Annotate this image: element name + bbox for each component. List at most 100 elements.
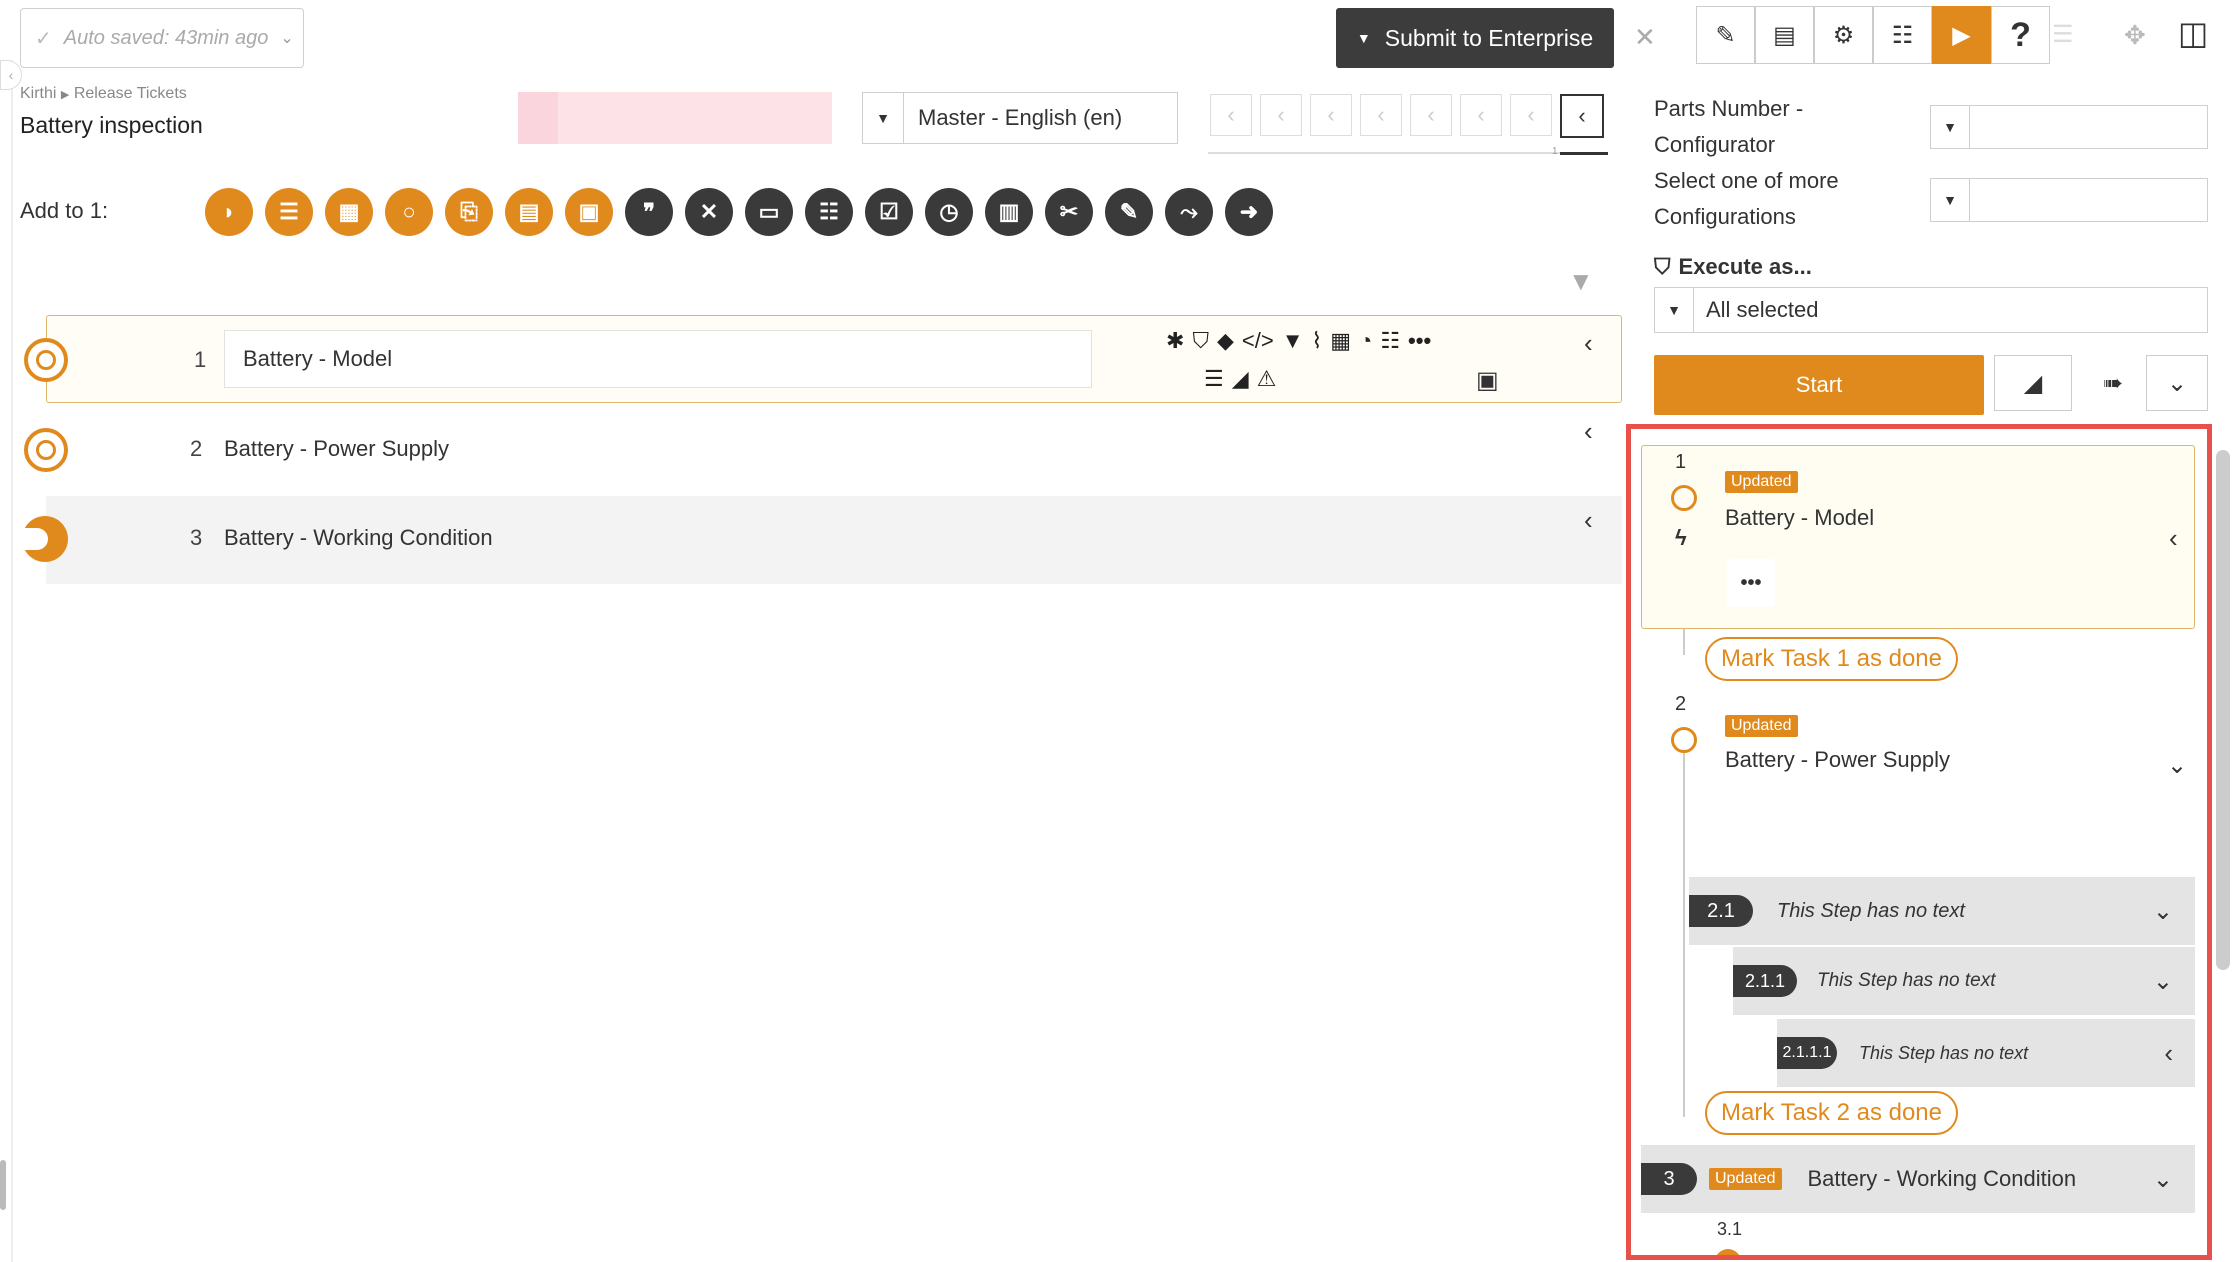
nav-back-button[interactable]: ‹ xyxy=(1510,94,1552,136)
preview-task-row[interactable]: 3 Updated Battery - Working Condition ⌄ xyxy=(1641,1145,2195,1213)
status-dropdown-toggle[interactable] xyxy=(518,92,558,144)
pie-half-icon[interactable]: ◗ xyxy=(205,188,253,236)
chevron-down-icon[interactable]: ⌄ xyxy=(2153,967,2173,996)
parts-number-label: Parts Number - Configurator xyxy=(1654,96,1804,157)
nav-back-button[interactable]: ‹ xyxy=(1460,94,1502,136)
chevron-down-icon[interactable]: ⌄ xyxy=(2153,1165,2173,1194)
filter-icon[interactable]: ▼ xyxy=(1282,328,1304,354)
right-toolbar: ✎ ▤ ⚙ ☷ ▶ ? xyxy=(1696,6,2050,64)
shield-icon[interactable]: ⛉ xyxy=(1192,328,1209,354)
step-number: 2.1.1 xyxy=(1733,965,1797,997)
nav-back-button[interactable]: ‹ xyxy=(1360,94,1402,136)
clipboard-check-icon[interactable]: ▤ xyxy=(1755,6,1814,64)
arrow-right-icon[interactable]: ➜ xyxy=(1225,188,1273,236)
scrollbar[interactable] xyxy=(2216,450,2230,970)
table-icon[interactable]: ▦ xyxy=(325,188,373,236)
task-navigation: ‹ ‹ ‹ ‹ ‹ ‹ ‹ ‹ xyxy=(1210,94,1604,138)
road-icon[interactable]: ◢ xyxy=(1232,366,1249,392)
nav-current-button[interactable]: ‹ xyxy=(1560,94,1604,138)
step-row[interactable]: 2.1.1.1 This Step has no text ‹ xyxy=(1777,1019,2195,1087)
collapse-icon[interactable]: ‹ xyxy=(2169,523,2178,554)
nav-back-button[interactable]: ‹ xyxy=(1410,94,1452,136)
wrench-screwdriver-icon[interactable]: ✂ xyxy=(1045,188,1093,236)
task-title[interactable]: Battery - Working Condition xyxy=(224,525,493,551)
task-status-icon[interactable] xyxy=(1671,727,1697,753)
checkbox-icon[interactable]: ☑ xyxy=(865,188,913,236)
more-icon[interactable]: ••• xyxy=(1727,559,1775,607)
collapse-task-icon[interactable]: ‹ xyxy=(1584,505,1593,536)
gear-icon[interactable]: ⚙ xyxy=(1814,6,1873,64)
task-title[interactable]: Battery - Power Supply xyxy=(224,436,449,462)
task-status-icon[interactable] xyxy=(24,338,68,382)
calculator-icon[interactable]: ▥ xyxy=(985,188,1033,236)
edit-icon[interactable]: ✎ xyxy=(1105,188,1153,236)
step-row[interactable]: 2.1.1 This Step has no text ⌄ xyxy=(1733,947,2195,1015)
checklist-window-icon[interactable]: ☷ xyxy=(1873,6,1932,64)
help-icon[interactable]: ? xyxy=(1991,6,2050,64)
credit-card-icon[interactable]: ▭ xyxy=(745,188,793,236)
chevron-down-icon[interactable]: ⌄ xyxy=(2153,897,2173,926)
execute-as-value: All selected xyxy=(1706,297,1819,322)
quote-icon[interactable]: ❞ xyxy=(625,188,673,236)
stopwatch-icon[interactable]: ◔ xyxy=(1359,328,1372,354)
warning-icon[interactable]: ⚠ xyxy=(1257,366,1277,392)
grid-icon[interactable]: ▦ xyxy=(1330,328,1351,354)
tools-x-icon[interactable]: ✕ xyxy=(685,188,733,236)
resize-handle[interactable] xyxy=(0,1160,6,1210)
collapse-left-icon[interactable]: ‹ xyxy=(0,60,22,90)
parts-number-select[interactable]: ▼ xyxy=(1930,105,2208,149)
paperclip-icon[interactable]: ⌇ xyxy=(1311,328,1322,354)
id-card-icon[interactable]: ▣ xyxy=(1476,366,1499,395)
clock-icon[interactable]: ◷ xyxy=(925,188,973,236)
status-dropdown[interactable] xyxy=(518,92,832,144)
task-title-input[interactable]: Battery - Model xyxy=(224,330,1092,388)
submit-to-enterprise-button[interactable]: ▼ Submit to Enterprise xyxy=(1336,8,1614,68)
play-icon[interactable]: ▶ xyxy=(1932,6,1991,64)
step-row[interactable]: 2.1 This Step has no text ⌄ xyxy=(1689,877,2195,945)
mark-task-done-button[interactable]: Mark Task 1 as done xyxy=(1705,637,1959,681)
list-grid-icon[interactable]: ☷ xyxy=(1380,328,1400,354)
caret-down-icon: ▼ xyxy=(1356,30,1371,46)
start-button[interactable]: Start xyxy=(1654,355,1984,415)
nav-back-button[interactable]: ‹ xyxy=(1260,94,1302,136)
breadcrumb-item[interactable]: Release Tickets xyxy=(74,85,187,102)
list-check-icon[interactable]: ☰ xyxy=(1204,366,1224,392)
checklist-icon[interactable]: ☷ xyxy=(805,188,853,236)
tags-icon[interactable]: ◆ xyxy=(1217,328,1234,354)
code-icon[interactable]: </> xyxy=(1242,328,1274,354)
pie-half-icon[interactable] xyxy=(22,516,68,562)
filter-icon[interactable]: ▼ xyxy=(1568,266,1594,297)
mark-task-done-button[interactable]: Mark Task 2 as done xyxy=(1705,1091,1959,1135)
nav-marker: 1 xyxy=(1552,146,1558,157)
share-icon[interactable]: ⤳ xyxy=(1165,188,1213,236)
collapse-icon[interactable]: ‹ xyxy=(2164,1038,2173,1069)
move-icon[interactable]: ✥ xyxy=(2124,20,2146,51)
nav-back-button[interactable]: ‹ xyxy=(1210,94,1252,136)
list-icon[interactable]: ☰ xyxy=(265,188,313,236)
task-status-icon[interactable] xyxy=(1671,485,1697,511)
configurations-select[interactable]: ▼ xyxy=(1930,178,2208,222)
step-number: 2.1.1.1 xyxy=(1777,1037,1837,1069)
close-icon[interactable]: ✕ xyxy=(1634,22,1656,53)
pencil-icon[interactable]: ✎ xyxy=(1696,6,1755,64)
language-select[interactable]: ▼ Master - English (en) xyxy=(862,92,1178,144)
task-status-icon[interactable] xyxy=(24,428,68,472)
chevron-down-icon[interactable]: ⌄ xyxy=(2146,355,2208,411)
circle-icon[interactable]: ○ xyxy=(385,188,433,236)
collapse-task-icon[interactable]: ‹ xyxy=(1584,328,1593,359)
nav-back-button[interactable]: ‹ xyxy=(1310,94,1352,136)
clipboard-icon[interactable]: ▤ xyxy=(505,188,553,236)
more-icon[interactable]: ••• xyxy=(1408,328,1431,354)
add-column-icon[interactable]: ◫ xyxy=(2178,14,2208,52)
autosave-dropdown[interactable]: ✓ Auto saved: 43min ago ⌄ xyxy=(20,8,304,68)
collapse-task-icon[interactable]: ‹ xyxy=(1584,416,1593,447)
arrow-forward-icon[interactable]: ➠ xyxy=(2074,355,2152,411)
task-status-icon xyxy=(1715,1249,1741,1255)
film-icon[interactable]: ▣ xyxy=(565,188,613,236)
road-icon[interactable]: ◢ xyxy=(1994,355,2072,411)
execute-as-select[interactable]: ▼ All selected xyxy=(1654,287,2208,333)
paperclip-icon[interactable]: ⎘ xyxy=(445,188,493,236)
breadcrumb-item[interactable]: Kirthi xyxy=(20,85,56,102)
chevron-down-icon[interactable]: ⌄ xyxy=(2167,751,2187,780)
asterisk-icon[interactable]: ✱ xyxy=(1166,328,1184,354)
